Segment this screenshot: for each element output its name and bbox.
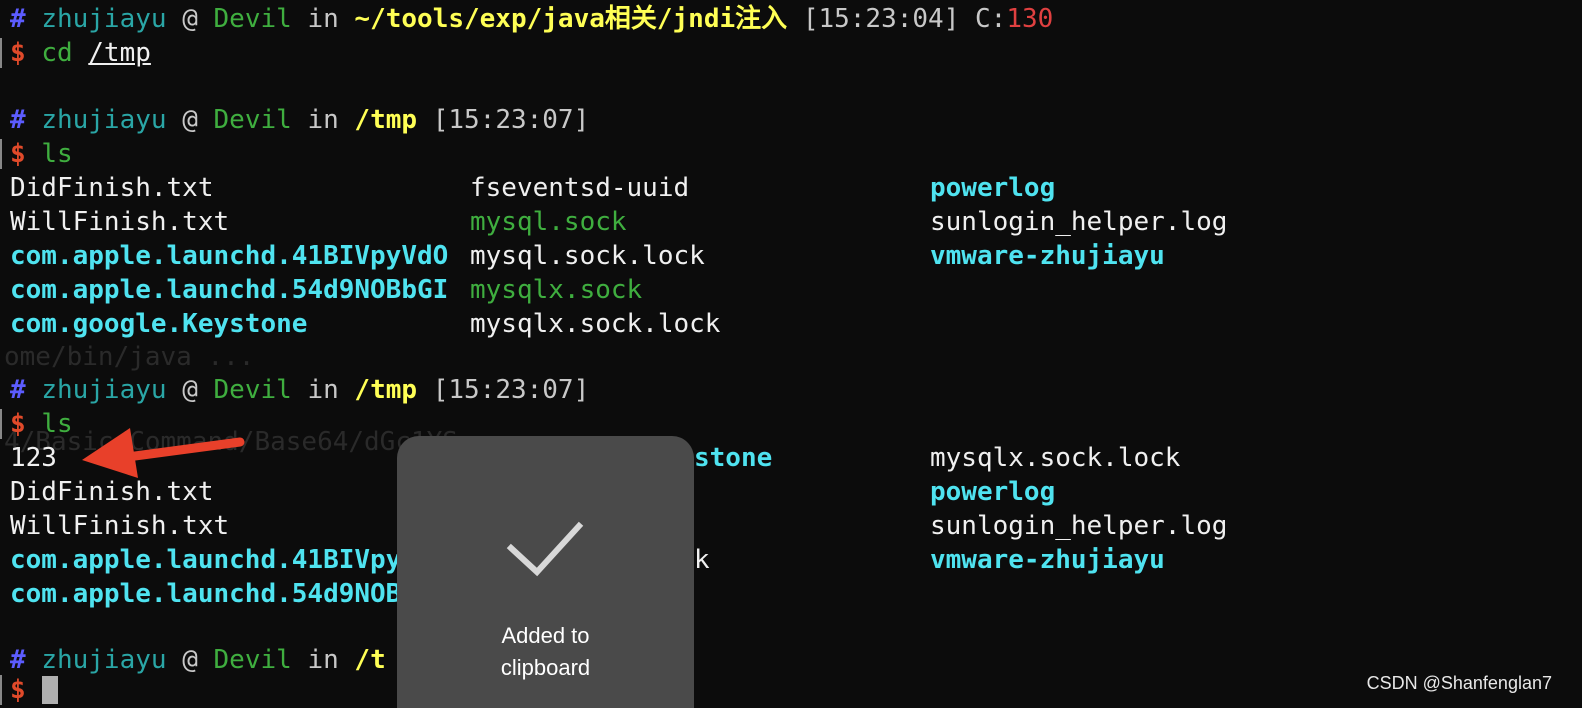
file-entry: fseventsd-uuid: [470, 173, 690, 203]
line-bracket: [0, 675, 2, 705]
file-entry: mysqlx.sock.lock: [470, 309, 721, 339]
file-entry: WillFinish.txt: [10, 511, 230, 541]
dir-entry: com.apple.launchd.41BIVpy: [10, 545, 402, 575]
command-line: $ ls: [10, 409, 73, 439]
checkmark-icon: [506, 521, 584, 577]
prompt-line: # zhujiayu @ Devil in /tmp [15:23:07]: [10, 375, 590, 405]
watermark: CSDN @Shanfenglan7: [1366, 673, 1552, 693]
file-entry: sunlogin_helper.log: [930, 207, 1228, 237]
file-entry: mysqlx.sock.lock: [930, 443, 1181, 473]
toast-message: Added to clipboard: [397, 620, 694, 684]
line-bracket: [0, 409, 2, 439]
prompt-line: # zhujiayu @ Devil in /t: [10, 645, 386, 675]
socket-entry: mysql.sock: [470, 207, 627, 237]
dir-entry: vmware-zhujiayu: [930, 545, 1165, 575]
ghost-text-1: ome/bin/java ...: [4, 342, 255, 372]
file-entry: WillFinish.txt: [10, 207, 230, 237]
annotation-arrow-icon: [82, 428, 245, 478]
prompt-line: # zhujiayu @ Devil in /tmp [15:23:07]: [10, 105, 590, 135]
file-entry: k: [694, 545, 710, 575]
file-entry: sunlogin_helper.log: [930, 511, 1228, 541]
command-line: $ cd /tmp: [10, 38, 151, 68]
dir-entry: stone: [694, 443, 773, 473]
terminal-window[interactable]: ome/bin/java ... 4/Basic/Command/Base64/…: [0, 0, 1582, 708]
command-line: $: [10, 675, 26, 705]
file-entry: DidFinish.txt: [10, 173, 214, 203]
dir-entry: com.apple.launchd.54d9NOB: [10, 579, 402, 609]
prompt-line: # zhujiayu @ Devil in ~/tools/exp/java相关…: [10, 4, 1054, 34]
dir-entry: powerlog: [930, 173, 1056, 203]
dir-entry: vmware-zhujiayu: [930, 241, 1165, 271]
file-entry: mysql.sock.lock: [470, 241, 705, 271]
dir-entry: powerlog: [930, 477, 1056, 507]
text-cursor: [42, 676, 58, 704]
command-line: $ ls: [10, 139, 73, 169]
dir-entry: com.apple.launchd.54d9NOBbGI: [10, 275, 449, 305]
dir-entry: com.google.Keystone: [10, 309, 308, 339]
dir-entry: com.apple.launchd.41BIVpyVdO: [10, 241, 449, 271]
socket-entry: mysqlx.sock: [470, 275, 643, 305]
line-bracket: [0, 139, 2, 169]
clipboard-toast: Added to clipboard: [397, 436, 694, 708]
line-bracket: [0, 38, 2, 68]
toast-message-line2: clipboard: [500, 655, 591, 680]
toast-message-line1: Added to: [501, 623, 590, 648]
file-entry: 123: [10, 443, 57, 473]
